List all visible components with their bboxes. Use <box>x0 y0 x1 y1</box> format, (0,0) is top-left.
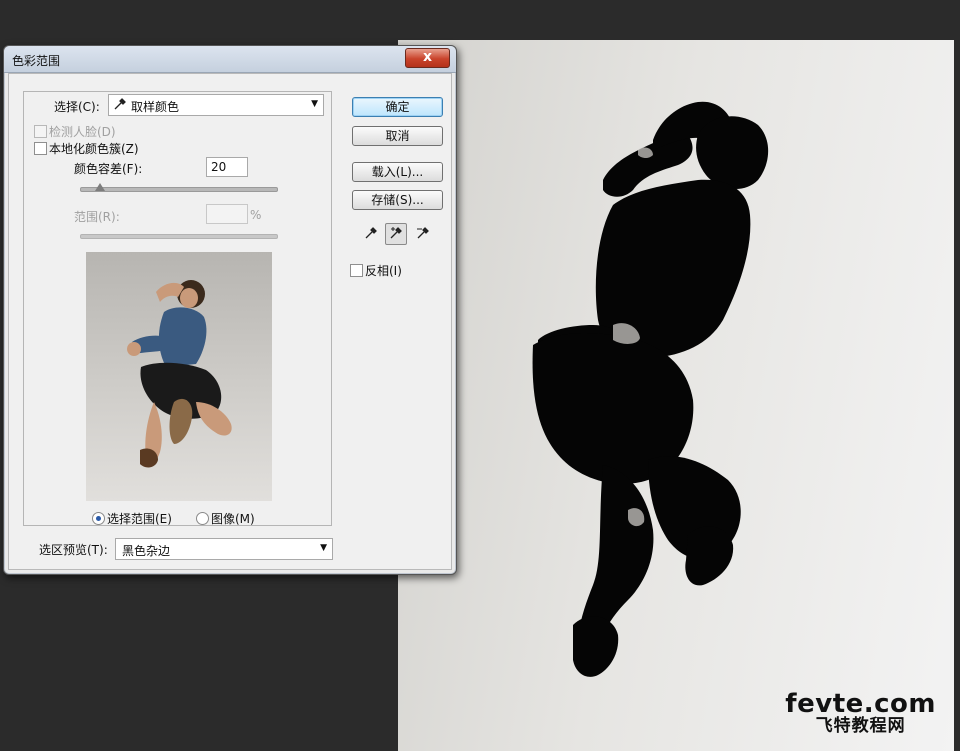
dialog-title: 色彩范围 <box>12 54 61 68</box>
document-canvas[interactable]: fevte.com 飞特教程网 <box>398 40 954 751</box>
detect-faces-checkbox[interactable] <box>34 125 47 138</box>
fuzziness-slider-track[interactable] <box>80 187 278 192</box>
selection-preview-value: 黑色杂边 <box>122 544 171 558</box>
radio-selection[interactable] <box>92 512 105 525</box>
range-input[interactable] <box>206 204 248 224</box>
close-button[interactable]: x <box>405 48 450 68</box>
dialog-titlebar[interactable]: 色彩范围 x <box>4 46 456 73</box>
fuzziness-label: 颜色容差(F): <box>74 162 143 176</box>
selection-preview-dropdown[interactable]: 黑色杂边 ▼ <box>115 538 333 560</box>
eyedropper-icon[interactable] <box>361 224 381 244</box>
range-slider-track[interactable] <box>80 234 278 239</box>
eyedropper-minus-icon[interactable] <box>413 224 433 244</box>
fuzziness-input[interactable]: 20 <box>206 157 248 177</box>
dialog-body: 选择(C): 取样颜色 ▼ 检测人脸(D) 本地化颜色簇(Z) 颜色容差(F):… <box>8 73 452 570</box>
preview-thumbnail <box>86 252 272 501</box>
watermark-site-name: 飞特教程网 <box>815 716 906 736</box>
cancel-button[interactable]: 取消 <box>352 126 443 146</box>
save-button[interactable]: 存储(S)... <box>352 190 443 210</box>
color-range-dialog: 色彩范围 x 选择(C): 取样颜色 ▼ 检测人脸(D) 本地化颜色簇(Z) 颜… <box>3 45 457 575</box>
localized-clusters-checkbox[interactable] <box>34 142 47 155</box>
chevron-down-icon: ▼ <box>311 99 318 109</box>
watermark: fevte.com 飞特教程网 <box>785 691 936 735</box>
range-label: 范围(R): <box>74 210 120 224</box>
radio-image[interactable] <box>196 512 209 525</box>
fuzziness-slider-thumb[interactable] <box>95 183 105 191</box>
close-icon: x <box>422 49 433 65</box>
detect-faces-label: 检测人脸(D) <box>49 125 116 139</box>
chevron-down-icon: ▼ <box>320 543 327 553</box>
radio-selection-label: 选择范围(E) <box>107 512 172 526</box>
eyedropper-plus-icon[interactable] <box>385 223 407 245</box>
preview-image <box>127 280 232 468</box>
localized-clusters-label: 本地化颜色簇(Z) <box>49 142 139 156</box>
load-button[interactable]: 载入(L)... <box>352 162 443 182</box>
select-value: 取样颜色 <box>131 100 180 114</box>
ok-button[interactable]: 确定 <box>352 97 443 117</box>
black-matte-silhouette <box>532 101 769 677</box>
options-group: 选择(C): 取样颜色 ▼ 检测人脸(D) 本地化颜色簇(Z) 颜色容差(F):… <box>23 91 332 526</box>
radio-image-label: 图像(M) <box>211 512 255 526</box>
invert-label: 反相(I) <box>365 264 402 278</box>
invert-checkbox[interactable] <box>350 264 363 277</box>
watermark-domain: fevte.com <box>785 689 936 719</box>
select-label: 选择(C): <box>54 100 100 114</box>
selection-preview-label: 选区预览(T): <box>39 543 108 557</box>
range-unit: % <box>250 208 262 222</box>
eyedropper-icon <box>113 97 127 114</box>
select-dropdown[interactable]: 取样颜色 ▼ <box>108 94 324 116</box>
